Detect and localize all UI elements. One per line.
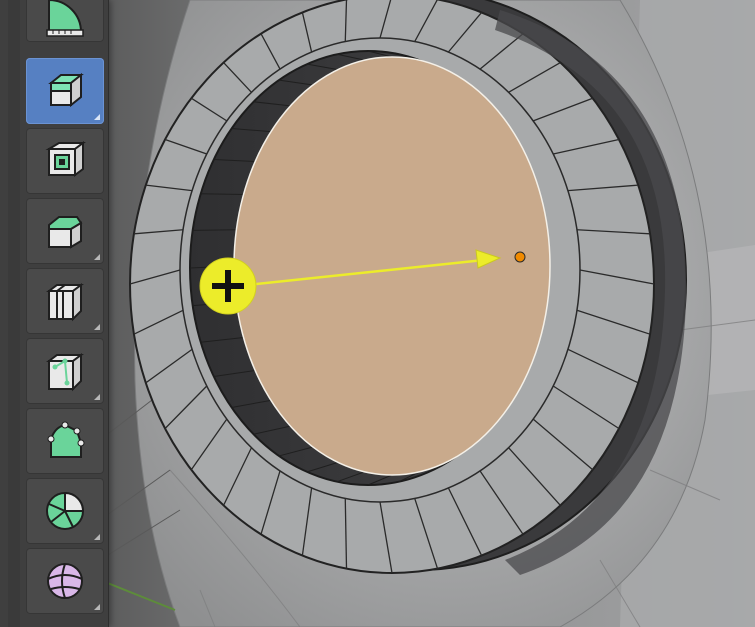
inset-faces-button[interactable] bbox=[26, 128, 104, 194]
bevel-icon bbox=[48, 216, 83, 249]
submenu-indicator bbox=[94, 394, 100, 400]
inset-faces-icon bbox=[45, 141, 86, 177]
submenu-indicator bbox=[94, 324, 100, 330]
extrude-region-button[interactable] bbox=[26, 58, 104, 124]
poly-build-button[interactable] bbox=[26, 408, 104, 474]
smooth-icon bbox=[47, 563, 83, 599]
tool-shelf-edge bbox=[8, 0, 20, 627]
knife-button[interactable] bbox=[26, 338, 104, 404]
submenu-indicator bbox=[94, 254, 100, 260]
measure-icon bbox=[46, 0, 84, 37]
submenu-indicator bbox=[94, 534, 100, 540]
pivot-point bbox=[514, 251, 526, 263]
spin-icon bbox=[46, 491, 85, 530]
selected-cap-face[interactable] bbox=[233, 56, 551, 476]
knife-icon bbox=[46, 353, 84, 392]
tool-shelf bbox=[0, 0, 109, 627]
poly-build-icon bbox=[47, 421, 85, 458]
submenu-indicator bbox=[94, 114, 100, 120]
bevel-button[interactable] bbox=[26, 198, 104, 264]
loop-cut-icon bbox=[46, 283, 84, 322]
measure-tool-button[interactable] bbox=[26, 0, 104, 42]
loop-cut-button[interactable] bbox=[26, 268, 104, 334]
smooth-button[interactable] bbox=[26, 548, 104, 614]
wall-edge bbox=[192, 229, 237, 231]
3d-viewport[interactable] bbox=[0, 0, 755, 627]
submenu-indicator bbox=[94, 604, 100, 610]
spin-button[interactable] bbox=[26, 478, 104, 544]
extrude-region-icon bbox=[48, 72, 84, 108]
